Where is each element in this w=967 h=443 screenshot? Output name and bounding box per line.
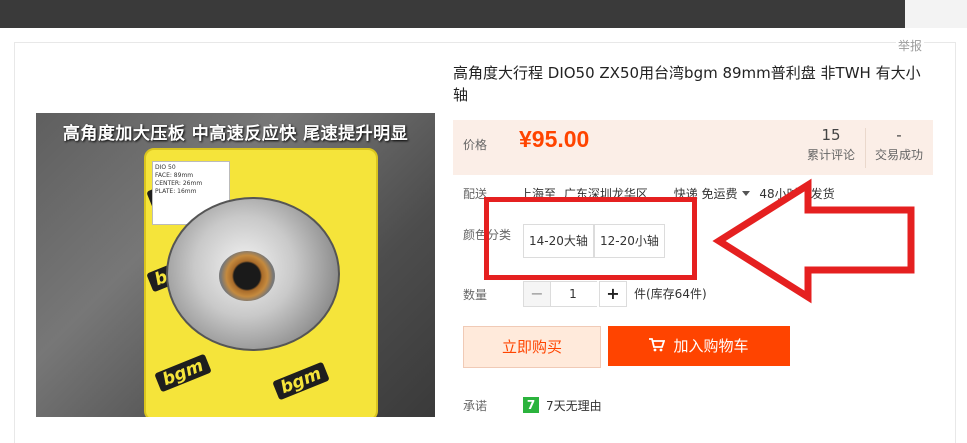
label-line: FACE: 89mm bbox=[155, 172, 194, 179]
deals-label: 交易成功 bbox=[874, 148, 923, 162]
reviews-label: 累计评论 bbox=[806, 148, 855, 162]
quantity-decrease-button[interactable]: − bbox=[523, 281, 551, 307]
label-line: CENTER: 26mm bbox=[155, 180, 203, 187]
reviews-count: 15 bbox=[821, 126, 841, 144]
report-link[interactable]: 举报 bbox=[896, 37, 925, 54]
pulley-hub bbox=[219, 251, 275, 301]
price-value: ¥95.00 bbox=[519, 126, 589, 153]
price-label: 价格 bbox=[463, 138, 488, 152]
quantity-input[interactable]: 1 bbox=[549, 281, 597, 307]
reviews-stat[interactable]: 15 累计评论 bbox=[803, 126, 859, 163]
add-to-cart-label: 加入购物车 bbox=[673, 337, 749, 355]
price-amount: 95.00 bbox=[531, 126, 590, 152]
quantity-increase-button[interactable]: + bbox=[599, 281, 627, 307]
top-bar-dark bbox=[0, 0, 905, 28]
currency-symbol: ¥ bbox=[519, 126, 532, 152]
promise-label: 承诺 bbox=[463, 399, 488, 413]
deals-count: - bbox=[896, 126, 902, 144]
label-line: PLATE: 16mm bbox=[155, 188, 197, 195]
product-image[interactable]: 高角度加大压板 中高速反应快 尾速提升明显 bgm bgm bgm bgm DI… bbox=[36, 113, 435, 417]
seven-day-badge-icon: 7 bbox=[523, 397, 539, 413]
deals-stat: - 交易成功 bbox=[871, 126, 927, 163]
stat-divider bbox=[865, 128, 866, 168]
annotation-highlight-box bbox=[484, 197, 697, 280]
quantity-label: 数量 bbox=[463, 288, 488, 302]
promise-text[interactable]: 7天无理由 bbox=[546, 397, 602, 414]
annotation-arrow-icon bbox=[712, 178, 915, 304]
image-caption: 高角度加大压板 中高速反应快 尾速提升明显 bbox=[62, 124, 409, 144]
product-title: 高角度大行程 DIO50 ZX50用台湾bgm 89mm普利盘 非TWH 有大小… bbox=[453, 64, 921, 104]
cart-icon bbox=[649, 327, 666, 367]
top-bar bbox=[0, 0, 967, 28]
stock-info: 件(库存64件) bbox=[634, 287, 707, 301]
add-to-cart-button[interactable]: 加入购物车 bbox=[608, 326, 790, 366]
buy-now-button[interactable]: 立即购买 bbox=[463, 326, 601, 368]
price-band: 价格 ¥95.00 15 累计评论 - 交易成功 bbox=[453, 120, 933, 175]
label-line: DIO 50 bbox=[155, 164, 176, 171]
